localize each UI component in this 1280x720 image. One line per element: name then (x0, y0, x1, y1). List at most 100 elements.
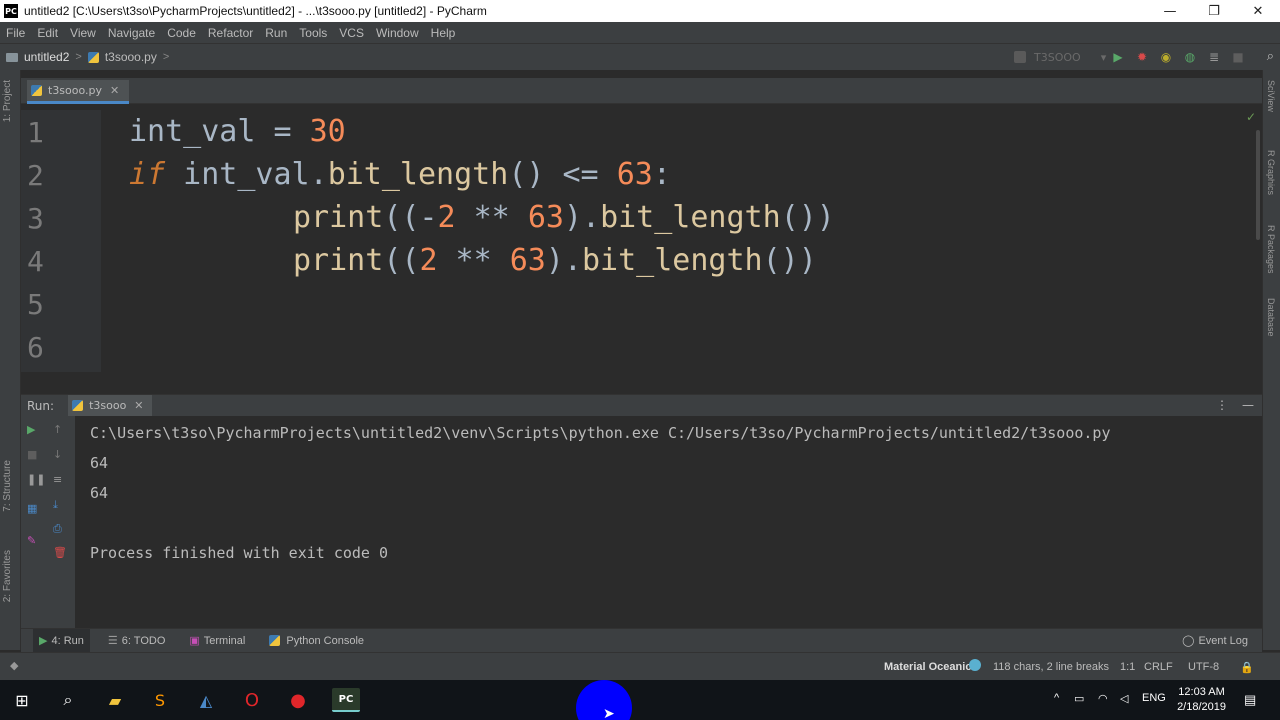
stop-icon[interactable]: ■ (27, 448, 37, 461)
search-icon[interactable]: ⌕ (56, 688, 80, 712)
language-indicator[interactable]: ENG (1142, 692, 1166, 704)
scroll-to-end-icon[interactable]: ⤓ (53, 498, 58, 512)
event-log-label: Event Log (1198, 634, 1248, 647)
run-tool-tab[interactable]: ▶ 4: Run (33, 628, 90, 653)
menu-help[interactable]: Help (431, 26, 456, 40)
window-title: untitled2 [C:\Users\t3so\PycharmProjects… (24, 4, 487, 18)
windows-start-icon[interactable]: ⊞ (10, 688, 34, 712)
line-number: 3 (27, 202, 44, 235)
run-icon[interactable]: ▶ (1106, 49, 1130, 65)
profile-icon[interactable]: ◍ (1178, 49, 1202, 65)
code-token: bit_length (582, 243, 763, 278)
show-hidden-icons-icon[interactable]: ^ (1054, 692, 1059, 704)
toolbar: ▶ ✹ ◉ ◍ ≣ ■ (1106, 49, 1250, 65)
opera-icon[interactable]: O (240, 688, 264, 712)
python-console-tool-tab[interactable]: Python Console (263, 629, 370, 653)
favorites-tool-button[interactable]: 2: Favorites (2, 550, 13, 602)
tool-window-toggle-icon[interactable]: ◆ (10, 659, 18, 672)
code-token: 2 (437, 200, 456, 235)
file-explorer-icon[interactable]: ▰ (103, 688, 127, 712)
code-token: print (293, 243, 384, 278)
todo-tool-tab[interactable]: ☰ 6: TODO (102, 629, 171, 653)
wifi-icon[interactable]: ◠ (1098, 692, 1108, 705)
menu-refactor[interactable]: Refactor (208, 26, 253, 40)
r-graphics-tool-button[interactable]: R Graphics (1266, 150, 1276, 195)
database-tool-button[interactable]: Database (1266, 298, 1276, 337)
file-encoding[interactable]: UTF-8 (1188, 661, 1219, 673)
caret-position[interactable]: 1:1 (1120, 661, 1135, 673)
editor-scrollbar[interactable] (1256, 130, 1260, 240)
code-line-3: print((-2 ** 63).bit_length()) (293, 200, 835, 235)
code-token: = (255, 114, 310, 149)
build-icon[interactable]: ≣ (1202, 49, 1226, 65)
coverage-icon[interactable]: ◉ (1154, 49, 1178, 65)
debug-icon[interactable]: ✹ (1130, 49, 1154, 65)
terminal-icon: ▣ (189, 635, 200, 647)
print-icon[interactable]: ⎙ (53, 522, 62, 536)
editor-tab-t3sooo[interactable]: t3sooo.py ✕ (27, 80, 130, 104)
menu-tools[interactable]: Tools (299, 26, 327, 40)
menu-navigate[interactable]: Navigate (108, 26, 155, 40)
structure-tool-button[interactable]: 7: Structure (2, 460, 13, 512)
scroll-down-icon[interactable]: ↓ (53, 448, 62, 461)
scroll-up-icon[interactable]: ↑ (53, 423, 62, 436)
pycharm-taskbar-icon[interactable]: PC (332, 688, 360, 712)
event-log-tool-tab[interactable]: ◯ Event Log (1182, 634, 1248, 648)
menu-file[interactable]: File (6, 26, 25, 40)
project-tool-button[interactable]: 1: Project (2, 80, 13, 122)
record-icon[interactable]: ● (286, 688, 310, 712)
layout-icon[interactable]: ▦ (27, 502, 37, 515)
run-configuration-select[interactable]: T3SOOO ▾ (1014, 48, 1114, 66)
line-number: 2 (27, 159, 44, 192)
sublime-text-icon[interactable]: S (148, 688, 172, 712)
sciview-tool-button[interactable]: SciView (1266, 80, 1276, 112)
pin-tab-icon[interactable]: ✎ (27, 534, 36, 547)
app-icon[interactable]: ◭ (194, 688, 218, 712)
search-everywhere-icon[interactable]: ⌕ (1267, 49, 1274, 64)
line-number: 5 (27, 288, 44, 321)
lock-icon[interactable]: 🔒 (1240, 661, 1254, 674)
code-token: bit_length (600, 200, 781, 235)
volume-icon[interactable]: ◁ (1120, 692, 1128, 705)
menu-vcs[interactable]: VCS (339, 26, 364, 40)
stop-icon[interactable]: ■ (1226, 49, 1250, 65)
r-packages-tool-button[interactable]: R Packages (1266, 225, 1276, 274)
code-line-4: print((2 ** 63).bit_length()) (293, 243, 817, 278)
restore-button[interactable]: ❐ (1192, 0, 1236, 22)
todo-tool-tab-label: 6: TODO (121, 634, 166, 647)
menu-edit[interactable]: Edit (37, 26, 58, 40)
pause-icon[interactable]: ❚❚ (27, 473, 45, 486)
theme-indicator[interactable]: Material Oceanic (884, 661, 971, 673)
close-button[interactable]: ✕ (1236, 0, 1280, 22)
run-tab-t3sooo[interactable]: t3sooo ✕ (68, 394, 152, 417)
soft-wrap-icon[interactable]: ≡ (53, 473, 62, 486)
notifications-icon[interactable]: ▤ (1244, 692, 1256, 708)
console-line: 64 (90, 454, 109, 472)
hide-panel-icon[interactable]: — (1242, 398, 1254, 412)
run-panel-actions: ⋮ — (1202, 398, 1254, 412)
menu-view[interactable]: View (70, 26, 96, 40)
code-token: 63 (616, 157, 653, 192)
clear-all-icon[interactable]: 🗑 (53, 546, 67, 559)
code-editor[interactable]: 1 2 3 4 5 6 int_val = 30 if int_val.bit_… (21, 110, 1262, 372)
battery-icon[interactable]: ▭ (1074, 692, 1084, 705)
inspection-ok-icon: ✓ (1245, 110, 1256, 124)
code-token: print (293, 200, 384, 235)
run-console[interactable]: C:\Users\t3so\PycharmProjects\untitled2\… (75, 416, 1262, 628)
menu-window[interactable]: Window (376, 26, 419, 40)
menu-bar: File Edit View Navigate Code Refactor Ru… (0, 22, 1280, 43)
menu-code[interactable]: Code (167, 26, 196, 40)
minimize-button[interactable]: — (1148, 0, 1192, 22)
code-token: if (129, 157, 166, 192)
breadcrumb-file[interactable]: t3sooo.py (105, 50, 157, 64)
system-clock[interactable]: 12:03 AM 2/18/2019 (1177, 685, 1226, 715)
breadcrumb-project[interactable]: untitled2 (24, 50, 69, 64)
rerun-icon[interactable]: ▶ (27, 423, 35, 436)
line-separator[interactable]: CRLF (1144, 661, 1173, 673)
close-tab-icon[interactable]: ✕ (110, 84, 119, 97)
close-run-tab-icon[interactable]: ✕ (134, 399, 143, 412)
more-options-icon[interactable]: ⋮ (1216, 398, 1228, 412)
line-number: 1 (27, 116, 44, 149)
menu-run[interactable]: Run (265, 26, 287, 40)
terminal-tool-tab[interactable]: ▣ Terminal (183, 629, 251, 653)
